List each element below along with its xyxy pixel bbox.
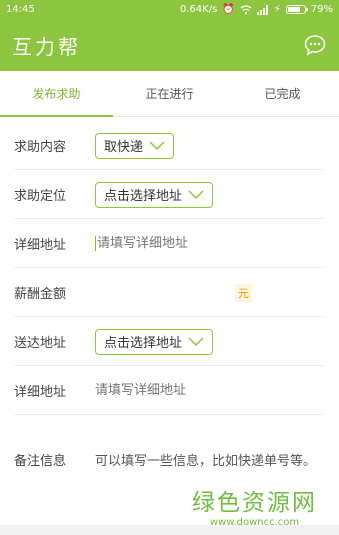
reward-unit: 元 — [235, 283, 252, 302]
row-delivery: 送达地址 点击选择地址 — [0, 317, 339, 366]
delivery-select[interactable]: 点击选择地址 — [95, 328, 214, 355]
row-content: 求助内容 取快递 — [0, 121, 339, 170]
watermark-title: 绿色资源网 — [192, 490, 317, 516]
chevron-down-icon — [188, 336, 204, 346]
charging-icon: ⚡ — [273, 4, 281, 15]
status-bar: 14:45 0.64K/s ⏰ ⚡ 79% — [0, 0, 339, 19]
tab-completed[interactable]: 已完成 — [226, 71, 339, 116]
app-bar: 互力帮 — [0, 19, 339, 71]
content-label: 求助内容 — [14, 140, 67, 155]
signal-icon — [256, 4, 268, 15]
detail-address-label: 详细地址 — [14, 238, 67, 253]
location-select[interactable]: 点击选择地址 — [95, 181, 214, 208]
location-value: 点击选择地址 — [104, 189, 183, 204]
remark-label: 备注信息 — [14, 453, 67, 469]
row-location: 求助定位 点击选择地址 — [0, 170, 339, 219]
reward-input[interactable] — [95, 285, 225, 300]
tab-label: 正在进行 — [145, 87, 194, 101]
alarm-icon: ⏰ — [222, 4, 235, 15]
network-speed: 0.64K/s — [179, 4, 218, 15]
detail-address-2-input[interactable] — [95, 383, 315, 398]
chevron-down-icon — [149, 140, 165, 150]
location-label: 求助定位 — [14, 189, 67, 204]
tab-in-progress[interactable]: 正在进行 — [113, 71, 226, 116]
app-title: 互力帮 — [12, 34, 81, 59]
tab-bar: 发布求助 正在进行 已完成 — [0, 71, 339, 117]
row-detail-address-2: 详细地址 — [0, 366, 339, 415]
wifi-icon — [240, 4, 252, 14]
tab-label: 已完成 — [264, 87, 301, 101]
content-select[interactable]: 取快递 — [95, 132, 175, 159]
chat-bubble-icon[interactable] — [303, 33, 327, 57]
tab-label: 发布求助 — [32, 87, 81, 101]
remark-input[interactable]: 可以填写一些信息，比如快递单号等。 — [95, 450, 316, 469]
tab-publish[interactable]: 发布求助 — [0, 71, 113, 117]
battery-icon — [285, 5, 308, 14]
watermark: 绿色资源网 www.downcc.com — [192, 483, 317, 528]
row-reward: 薪酬金额 元 — [0, 268, 339, 317]
battery-percent: 79% — [310, 4, 333, 15]
content-value: 取快递 — [104, 140, 144, 155]
row-detail-address: 详细地址 — [0, 219, 339, 268]
status-indicators: 0.64K/s ⏰ ⚡ 79% — [180, 4, 333, 15]
reward-label: 薪酬金额 — [14, 287, 67, 302]
detail-address-2-label: 详细地址 — [14, 385, 67, 400]
detail-address-input[interactable] — [97, 236, 317, 251]
watermark-url: www.downcc.com — [209, 517, 300, 528]
delivery-value: 点击选择地址 — [104, 336, 183, 351]
text-cursor — [95, 236, 96, 251]
help-request-form: 求助内容 取快递 求助定位 点击选择地址 详细地址 薪酬金额 元 送达地址 点击… — [0, 121, 339, 503]
chevron-down-icon — [188, 189, 204, 199]
delivery-label: 送达地址 — [14, 336, 67, 351]
status-time: 14:45 — [6, 4, 35, 15]
